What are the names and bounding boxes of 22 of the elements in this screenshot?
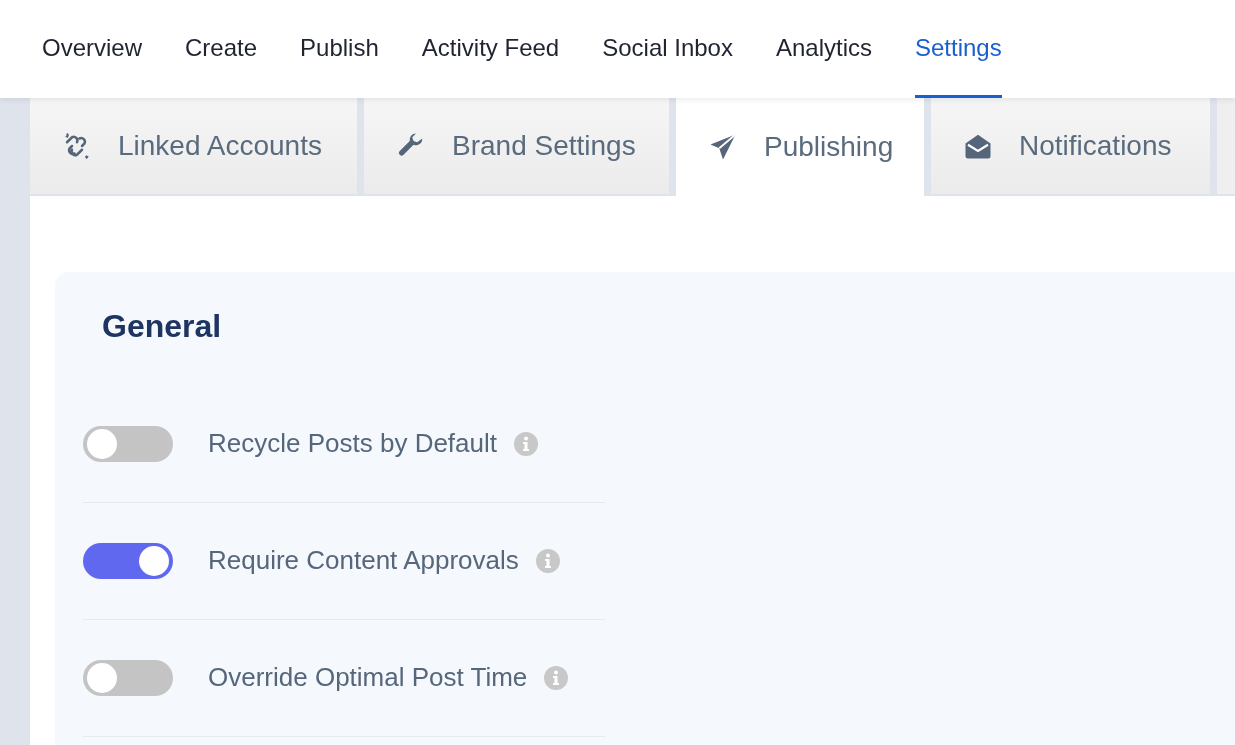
info-icon[interactable] [514, 431, 538, 456]
toggle-switch[interactable] [83, 542, 173, 579]
setting-label: Recycle Posts by Default [208, 427, 497, 460]
settings-tab[interactable]: Publishing [676, 98, 924, 196]
toggle-switch[interactable] [83, 659, 173, 696]
setting-label: Require Content Approvals [208, 544, 519, 577]
settings-tab[interactable]: Linked Accounts [30, 98, 357, 194]
settings-tab[interactable]: Notifications [931, 98, 1210, 194]
nav-link[interactable]: Activity Feed [421, 0, 560, 98]
nav-link[interactable]: Overview [42, 0, 143, 98]
info-icon[interactable] [544, 665, 569, 690]
broken-link-icon [62, 131, 92, 161]
paper-plane-icon [708, 132, 738, 162]
section-title: General [101, 307, 223, 346]
toggle-switch[interactable] [83, 425, 173, 462]
settings-tab[interactable]: Brand Settings [364, 98, 669, 194]
nav-link[interactable]: Analytics [775, 0, 872, 98]
setting-label: Override Optimal Post Time [208, 661, 528, 694]
nav-link[interactable]: Publish [300, 0, 379, 98]
nav-link[interactable]: Create [185, 0, 258, 98]
nav-link[interactable]: Social Inbox [602, 0, 733, 98]
info-icon[interactable] [535, 548, 560, 573]
